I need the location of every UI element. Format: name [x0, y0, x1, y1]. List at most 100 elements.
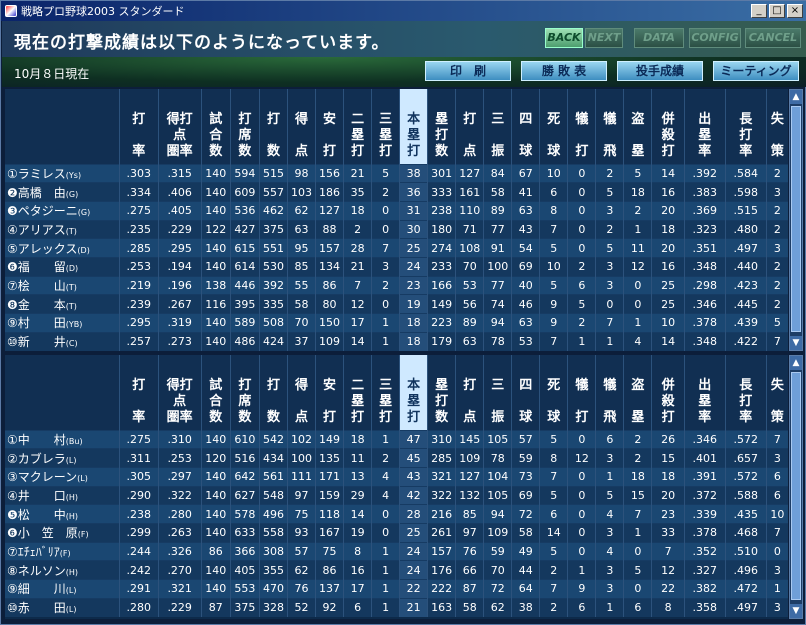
player-name-cell[interactable]: ④井 口(H) — [5, 485, 120, 505]
player-name-cell[interactable]: ⑦ｴﾁｪﾊﾞﾘｱ(F) — [5, 541, 120, 561]
column-header[interactable]: 塁打数 — [427, 355, 456, 430]
table-row[interactable]: ⑨細 川(L) .291.321 140 553 470 76 137 17 1 22 222 87 7… — [5, 579, 788, 599]
column-header[interactable]: 長打率 — [724, 355, 767, 430]
column-header[interactable]: 試合数 — [200, 355, 231, 430]
data-button[interactable]: DATA — [634, 28, 684, 48]
scroll-thumb[interactable] — [791, 372, 801, 600]
pitching-stats-button[interactable]: 投手成績 — [617, 61, 703, 81]
table-row[interactable]: ❻福 留(D) .253.194 140 614 530 85 134 21 3 24 233 70 1… — [5, 256, 788, 277]
column-header[interactable]: 犠飛 — [595, 89, 624, 164]
player-name-cell[interactable]: ①ラミレス(Ys) — [5, 163, 120, 183]
column-header[interactable]: 得打点圏率 — [157, 89, 202, 164]
column-header[interactable]: 二塁打 — [343, 355, 372, 430]
back-button[interactable]: BACK — [545, 28, 583, 48]
table-row[interactable]: ⑨村 田(YB) .295.319 140 589 508 70 150 17 1 18 223 89… — [5, 313, 788, 333]
column-header[interactable]: 出塁率 — [683, 355, 726, 430]
column-header[interactable]: 打数 — [258, 89, 288, 164]
table-row[interactable]: ❻小 笠 原(F) .299.263 140 633 558 93 167 19 0 25 261 9… — [5, 522, 788, 543]
column-header[interactable]: 二塁打 — [343, 89, 372, 164]
table-row[interactable]: ❸ペタジーニ(G) .275.405 140 536 462 62 127 18 0 31 238 1… — [5, 200, 788, 221]
column-header[interactable]: 三振 — [483, 355, 512, 430]
table-row[interactable]: ⑦ｴﾁｪﾊﾞﾘｱ(F) .244.326 86 366 308 57 75 8 1 24 157 76… — [5, 541, 788, 561]
print-button[interactable]: 印 刷 — [425, 61, 511, 81]
column-header[interactable]: 打点 — [455, 89, 484, 164]
column-header[interactable]: 安打 — [315, 89, 344, 164]
column-header[interactable]: 打率 — [118, 89, 159, 164]
column-header[interactable]: 失策 — [765, 89, 788, 164]
player-name-cell[interactable]: ⑤アレックス(D) — [5, 238, 120, 258]
column-header[interactable]: 死球 — [539, 89, 568, 164]
column-header[interactable]: 盗塁 — [623, 355, 652, 430]
table-row[interactable]: ⑩新 井(C) .257.273 140 486 424 37 109 14 1 18 179 63 7… — [5, 331, 788, 351]
player-name-cell[interactable]: ⑨村 田(YB) — [5, 313, 120, 333]
table-row[interactable]: ⑩赤 田(L) .280.229 87 375 328 52 92 6 1 21 163 58 62 38… — [5, 597, 788, 617]
column-header[interactable]: 本塁打 — [399, 89, 428, 164]
column-header[interactable]: 打点 — [455, 355, 484, 430]
meeting-button[interactable]: ミーティング — [713, 61, 799, 81]
cancel-button[interactable]: CANCEL — [745, 28, 801, 48]
column-header[interactable]: 打席数 — [229, 355, 260, 430]
column-header[interactable]: 安打 — [315, 355, 344, 430]
maximize-button[interactable]: □ — [769, 4, 785, 18]
column-header[interactable]: 出塁率 — [683, 89, 726, 164]
column-header[interactable]: 併殺打 — [651, 89, 685, 164]
column-header[interactable]: 試合数 — [200, 89, 231, 164]
scroll-down-arrow-icon[interactable]: ▼ — [790, 336, 802, 350]
config-button[interactable]: CONFIG — [689, 28, 741, 48]
player-name-cell[interactable]: ❻小 笠 原(F) — [5, 522, 120, 543]
column-header[interactable]: 得打点圏率 — [157, 355, 202, 430]
player-name-cell[interactable]: ❸ペタジーニ(G) — [5, 200, 120, 221]
player-name-cell[interactable]: ❷高橋 由(G) — [5, 182, 120, 202]
minimize-button[interactable]: _ — [751, 4, 767, 18]
scroll-down-arrow-icon[interactable]: ▼ — [790, 604, 802, 618]
player-name-cell[interactable]: ②カブレラ(L) — [5, 448, 120, 468]
column-header[interactable]: 犠打 — [567, 355, 596, 430]
player-name-cell[interactable]: ⑩新 井(C) — [5, 331, 120, 351]
column-header[interactable]: 打数 — [258, 355, 288, 430]
column-header[interactable]: 盗塁 — [623, 89, 652, 164]
standings-button[interactable]: 勝 敗 表 — [521, 61, 607, 81]
player-name-cell[interactable]: ①中 村(Bu) — [5, 429, 120, 449]
table-row[interactable]: ⑦桧 山(T) .219.196 138 446 392 55 86 7 2 23 166 53 77 4… — [5, 275, 788, 295]
next-button[interactable]: NEXT — [585, 28, 623, 48]
top-scrollbar[interactable]: ▲ ▼ — [789, 89, 803, 351]
column-header[interactable]: 四球 — [511, 355, 540, 430]
column-header[interactable]: 三塁打 — [371, 89, 400, 164]
player-name-cell[interactable]: ④アリアス(T) — [5, 219, 120, 239]
column-header[interactable]: 打席数 — [229, 89, 260, 164]
scroll-up-arrow-icon[interactable]: ▲ — [790, 356, 802, 370]
table-row[interactable]: ④井 口(H) .290.322 140 627 548 97 159 29 4 42 322 132… — [5, 485, 788, 505]
column-header[interactable]: 得点 — [286, 355, 316, 430]
bottom-scrollbar[interactable]: ▲ ▼ — [789, 355, 803, 619]
table-row[interactable]: ①中 村(Bu) .275.310 140 610 542 102 149 18 1 47 310 1… — [5, 429, 788, 449]
player-name-cell[interactable]: ⑩赤 田(L) — [5, 597, 120, 617]
table-row[interactable]: ⑧ネルソン(H) .242.270 140 405 355 62 86 16 1 24 176 66 7… — [5, 560, 788, 580]
column-header[interactable]: 失策 — [765, 355, 788, 430]
table-row[interactable]: ③マクレーン(L) .305.297 140 642 561 111 171 13 4 43 321… — [5, 466, 788, 487]
column-header[interactable]: 四球 — [511, 89, 540, 164]
player-name-cell[interactable]: ⑧ネルソン(H) — [5, 560, 120, 580]
table-row[interactable]: ❺松 中(H) .238.280 140 578 496 75 118 14 0 28 216 85 9… — [5, 504, 788, 524]
column-header[interactable]: 本塁打 — [399, 355, 428, 430]
player-name-cell[interactable]: ❽金 本(T) — [5, 294, 120, 314]
table-row[interactable]: ❽金 本(T) .239.267 116 395 335 58 80 12 0 19 149 56 74… — [5, 294, 788, 314]
column-header[interactable]: 三振 — [483, 89, 512, 164]
player-name-cell[interactable]: ❺松 中(H) — [5, 504, 120, 524]
column-header[interactable]: 得点 — [286, 89, 316, 164]
scroll-thumb[interactable] — [791, 106, 801, 332]
player-name-cell[interactable]: ⑦桧 山(T) — [5, 275, 120, 295]
table-row[interactable]: ⑤アレックス(D) .285.295 140 615 551 95 157 28 7 25 274 1… — [5, 238, 788, 258]
column-header[interactable]: 長打率 — [724, 89, 767, 164]
column-header[interactable]: 三塁打 — [371, 355, 400, 430]
column-header[interactable]: 死球 — [539, 355, 568, 430]
column-header[interactable]: 塁打数 — [427, 89, 456, 164]
column-header[interactable]: 打率 — [118, 355, 159, 430]
table-row[interactable]: ④アリアス(T) .235.229 122 427 375 63 88 2 0 30 180 71 77… — [5, 219, 788, 239]
close-button[interactable]: × — [787, 4, 803, 18]
table-row[interactable]: ❷高橋 由(G) .334.406 140 609 557 103 186 35 2 36 333 1… — [5, 182, 788, 202]
table-row[interactable]: ②カブレラ(L) .311.253 120 516 434 100 135 11 2 45 285 1… — [5, 448, 788, 468]
player-name-cell[interactable]: ③マクレーン(L) — [5, 466, 120, 487]
scroll-up-arrow-icon[interactable]: ▲ — [790, 90, 802, 104]
player-name-cell[interactable]: ❻福 留(D) — [5, 256, 120, 277]
table-row[interactable]: ①ラミレス(Ys) .303.315 140 594 515 98 156 21 5 38 301 1… — [5, 163, 788, 183]
